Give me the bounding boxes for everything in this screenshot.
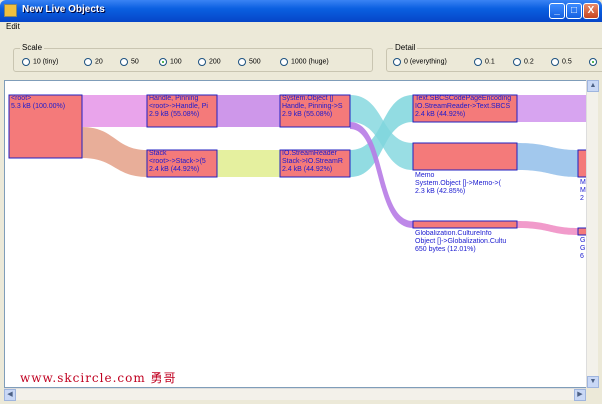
radio-icon (22, 58, 30, 66)
scale-option-500[interactable]: 500 (238, 58, 261, 68)
menu-bar: Edit (0, 22, 602, 34)
scale-option-100[interactable]: 100 (159, 58, 182, 68)
flow-stack-streamreader (217, 150, 280, 177)
node-memo (412, 142, 518, 171)
detail-option-0[interactable]: 0 (everything) (393, 58, 447, 68)
scroll-left-icon[interactable]: ◀ (4, 389, 16, 401)
node-root-size: 5.3 kB (100.00%) (11, 103, 66, 110)
node-stack-path: <root>->Stack->(5 (149, 158, 206, 165)
maximize-button[interactable]: □ (566, 3, 582, 19)
node-sbcs-name: Text.SBCSCodePageEncoding (415, 95, 512, 102)
scale-option-200[interactable]: 200 (198, 58, 221, 68)
node-memo-label[interactable]: Memo System.Object []->Memo->( 2.3 kB (4… (415, 172, 525, 196)
live-objects-graph[interactable]: <root> 5.3 kB (100.00%) Handle, Pinning … (4, 80, 592, 388)
scale-group: Scale 10 (tiny) 20 50 100 200 500 1000 (… (13, 43, 373, 72)
radio-icon (513, 58, 521, 66)
flow-handle-sysobj (217, 95, 280, 127)
node-sbcs-label[interactable]: Text.SBCSCodePageEncoding IO.StreamReade… (415, 95, 517, 119)
flow-root-handle (82, 95, 147, 127)
radio-selected-icon (159, 58, 167, 66)
detail-option-0-5[interactable]: 0.5 (551, 58, 572, 68)
flow-memo-right (517, 143, 578, 177)
radio-icon (198, 58, 206, 66)
horizontal-scrollbar[interactable]: ◀ ▶ (4, 388, 586, 401)
scale-option-20[interactable]: 20 (84, 58, 103, 68)
radio-icon (238, 58, 246, 66)
radio-icon (551, 58, 559, 66)
node-sbcs-path: IO.StreamReader->Text.SBCS (415, 103, 511, 110)
node-sysobj-size: 2.9 kB (55.08%) (282, 111, 333, 118)
menu-edit[interactable]: Edit (6, 22, 20, 31)
radio-selected-icon (589, 58, 597, 66)
node-sysobj-name: System.Object [] (282, 95, 334, 102)
node-sbcs-size: 2.4 kB (44.92%) (415, 111, 466, 118)
window-title: New Live Objects (22, 4, 105, 15)
watermark-text: www.skcircle.com 勇哥 (20, 371, 177, 385)
node-streamreader-path: Stack->IO.StreamR (282, 158, 343, 165)
node-sysobj-path: Handle, Pinning->S (282, 103, 343, 110)
scroll-right-icon[interactable]: ▶ (574, 389, 586, 401)
node-handle-path: <root>->Handle, Pi (149, 103, 208, 110)
detail-option-clipped[interactable] (589, 58, 600, 68)
detail-option-0-2[interactable]: 0.2 (513, 58, 534, 68)
flow-sbcs-right (517, 95, 591, 122)
node-memo-size: 2.3 kB (42.85%) (415, 188, 466, 195)
title-bar[interactable]: New Live Objects _ □ X (0, 0, 602, 22)
node-culture-name: Globalization.CultureInfo (415, 230, 492, 237)
node-stack-name: Stack (149, 150, 167, 157)
node-handle-label[interactable]: Handle, Pinning <root>->Handle, Pi 2.9 k… (149, 95, 217, 119)
radio-icon (280, 58, 288, 66)
minimize-button[interactable]: _ (549, 3, 565, 19)
flow-root-stack (82, 127, 147, 177)
node-streamreader-label[interactable]: IO.StreamReader Stack->IO.StreamR 2.4 kB… (282, 150, 350, 174)
scale-option-50[interactable]: 50 (120, 58, 139, 68)
node-root-label[interactable]: <root> 5.3 kB (100.00%) (11, 95, 81, 111)
node-memo-name: Memo (415, 172, 435, 179)
vertical-scrollbar[interactable]: ▲ ▼ (586, 80, 599, 388)
node-culture-size: 650 bytes (12.01%) (415, 246, 476, 253)
node-culture-label[interactable]: Globalization.CultureInfo Object []->Glo… (415, 230, 535, 254)
node-sysobj-label[interactable]: System.Object [] Handle, Pinning->S 2.9 … (282, 95, 350, 119)
radio-icon (120, 58, 128, 66)
close-button[interactable]: X (583, 3, 599, 19)
node-root-name: <root> (11, 95, 32, 102)
radio-icon (474, 58, 482, 66)
detail-group: Detail 0 (everything) 0.1 0.2 0.5 (386, 43, 602, 72)
node-streamreader-size: 2.4 kB (44.92%) (282, 166, 333, 173)
node-culture-path: Object []->Globalization.Cultu (415, 238, 507, 245)
node-streamreader-name: IO.StreamReader (282, 150, 337, 157)
radio-icon (84, 58, 92, 66)
scroll-down-icon[interactable]: ▼ (587, 376, 599, 388)
node-memo-path: System.Object []->Memo->( (415, 180, 501, 187)
scroll-up-icon[interactable]: ▲ (587, 80, 599, 92)
node-stack-size: 2.4 kB (44.92%) (149, 166, 200, 173)
scale-option-10[interactable]: 10 (tiny) (22, 58, 58, 68)
scale-group-label: Scale (20, 43, 45, 52)
app-icon (4, 4, 17, 17)
scale-option-1000[interactable]: 1000 (huge) (280, 58, 329, 68)
detail-group-label: Detail (393, 43, 418, 52)
radio-icon (393, 58, 401, 66)
node-stack-label[interactable]: Stack <root>->Stack->(5 2.4 kB (44.92%) (149, 150, 217, 174)
detail-option-0-1[interactable]: 0.1 (474, 58, 495, 68)
node-handle-name: Handle, Pinning (149, 95, 199, 102)
node-culture (412, 220, 518, 229)
node-handle-size: 2.9 kB (55.08%) (149, 111, 200, 118)
